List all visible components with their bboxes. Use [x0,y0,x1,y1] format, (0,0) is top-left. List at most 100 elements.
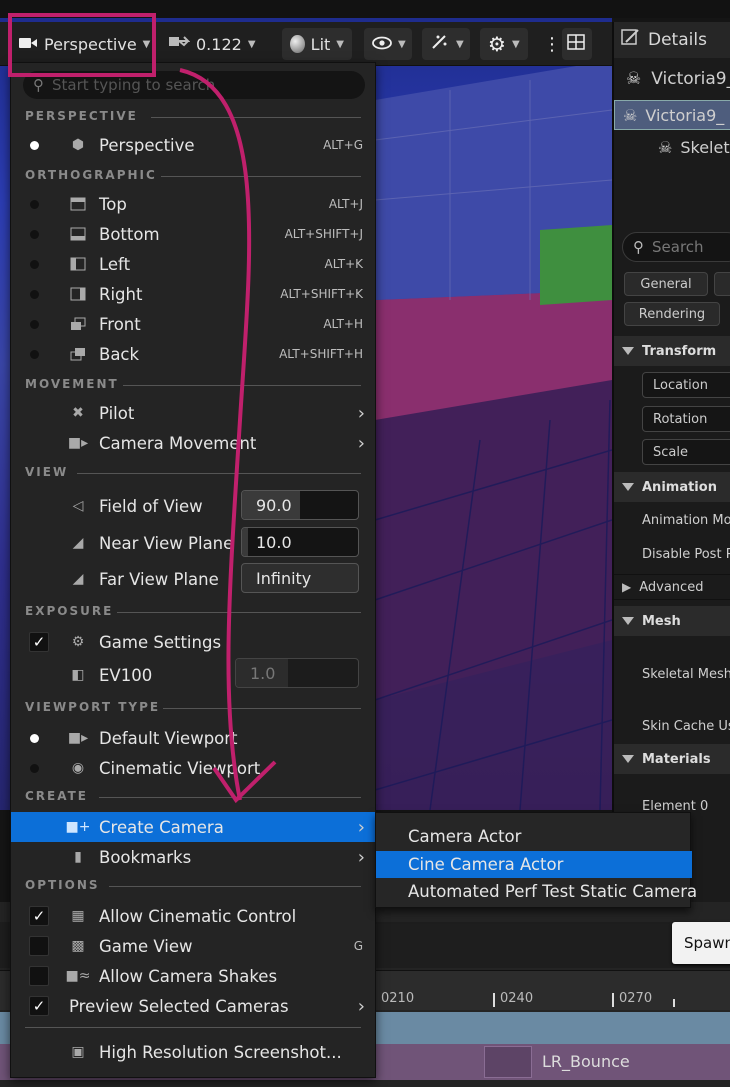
menu-item-preview-cameras[interactable]: ✓ Preview Selected Cameras › [11,991,375,1021]
menu-item-bottom[interactable]: Bottom ALT+SHIFT+J [11,219,375,249]
submenu-arrow-icon: › [357,995,365,1017]
pencil-icon [620,28,640,53]
shortcut-label: ALT+SHIFT+H [279,347,363,361]
section-mesh-label: Mesh [642,613,681,629]
menu-item-cinematic-viewport[interactable]: ◉ Cinematic Viewport [11,753,375,783]
radio-dot-icon [30,229,39,239]
camera-speed-icon [168,33,191,55]
tree-item-selected[interactable]: ☠ Victoria9_ [614,100,730,130]
shortcut-label: ALT+K [324,257,364,271]
camera-speed-button[interactable]: 0.122 ▼ [160,28,256,60]
filter-rendering[interactable]: Rendering [624,302,720,326]
details-search-input[interactable]: ⚲ Search [622,232,730,262]
section-orthographic: ORTHOGRAPHIC [25,168,361,182]
settings-button[interactable]: ⚙ ▼ [480,28,528,60]
menu-item-back[interactable]: Back ALT+SHIFT+H [11,339,375,369]
submenu-item-camera-actor[interactable]: Camera Actor [376,823,692,850]
animation-mode-label: Animation Mode [642,512,730,528]
section-mesh[interactable]: Mesh [614,606,730,636]
menu-item-right[interactable]: Right ALT+SHIFT+K [11,279,375,309]
layout-button[interactable] [562,28,592,60]
search-icon: ⚲ [33,76,44,94]
bookmark-icon: ▮ [74,849,82,865]
kebab-icon: ⋮ [543,33,561,55]
details-tab-label: Details [648,30,707,50]
spawn-button[interactable]: Spawn [672,922,730,964]
menu-item-allow-shakes[interactable]: ■≈ Allow Camera Shakes [11,961,375,991]
section-animation[interactable]: Animation [614,472,730,502]
section-transform[interactable]: Transform [614,336,730,366]
scale-dropdown[interactable]: Scale [642,439,730,465]
filter-chip-more[interactable] [714,272,730,296]
filter-general[interactable]: General [624,272,708,296]
submenu-item-cine-camera-actor[interactable]: Cine Camera Actor [376,851,692,878]
rotation-dropdown[interactable]: Rotation [642,406,730,432]
realtime-button[interactable]: ▼ [422,28,470,60]
submenu-arrow-icon: › [357,846,365,868]
menu-item-allow-cinematic[interactable]: ✓ ▦ Allow Cinematic Control [11,901,375,931]
menu-item-default-viewport[interactable]: ■▸ Default Viewport [11,723,375,753]
checkbox-checked-icon[interactable]: ✓ [29,906,49,926]
collapse-icon [622,483,634,491]
submenu-arrow-icon: › [357,402,365,424]
menu-item-game-view[interactable]: ▩ Game View G [11,931,375,961]
chevron-down-icon: ▼ [336,38,344,50]
menu-item-game-settings[interactable]: ✓ ⚙ Game Settings [11,627,375,657]
section-perspective: PERSPECTIVE [25,109,361,123]
top-view-icon [69,195,87,213]
radio-dot-icon [30,349,39,359]
section-viewport-type: VIEWPORT TYPE [25,700,361,714]
menu-item-pilot[interactable]: ✖ Pilot › [11,398,375,428]
menu-item-left[interactable]: Left ALT+K [11,249,375,279]
more-options-button[interactable]: ⋮ [536,28,561,60]
menu-item-high-res-screenshot[interactable]: ▣ High Resolution Screenshot... [11,1037,375,1067]
checkbox-checked-icon[interactable]: ✓ [29,632,49,652]
advanced-row[interactable]: ▶ Advanced [614,574,730,600]
menu-item-create-camera[interactable]: ■+ Create Camera › [11,812,375,842]
menu-item-top[interactable]: Top ALT+J [11,189,375,219]
magic-wand-icon [430,33,450,55]
menu-item-perspective[interactable]: ⬢ Perspective ALT+G [11,130,375,160]
checkbox-unchecked-icon[interactable] [29,966,49,986]
section-materials[interactable]: Materials [614,744,730,774]
skeleton-icon: ☠ [623,105,638,125]
collapse-icon [622,617,634,625]
far-plane-input[interactable]: Infinity [241,563,359,593]
blend-marker-icon [484,1046,532,1078]
disable-post-row: Disable Post Pro [614,542,730,566]
create-camera-submenu: Camera Actor Cine Camera Actor Automated… [375,812,697,908]
details-panel: Details ☠ Victoria9_ ☠ Victoria9_ ☠ Skel… [612,22,730,902]
actor-name-row[interactable]: ☠ Victoria9_ [614,62,730,96]
chevron-down-icon: ▼ [247,38,256,50]
actor-name: Victoria9_ [651,69,730,89]
show-flags-button[interactable]: ▼ [364,28,412,60]
shortcut-label: ALT+G [323,138,363,152]
tree-item-label: Victoria9_ [645,105,725,125]
menu-item-camera-movement[interactable]: ■▸ Camera Movement › [11,428,375,458]
radio-dot-icon [30,199,39,209]
radio-dot-icon [30,140,39,150]
skin-cache-label: Skin Cache Usa [642,718,730,734]
radio-dot-icon [30,289,39,299]
disable-post-label: Disable Post Pro [642,546,730,562]
advanced-label: Advanced [639,579,704,595]
location-dropdown[interactable]: Location [642,372,730,398]
tree-item-child[interactable]: ☠ Skelet [614,132,730,162]
back-view-icon [69,345,87,363]
skeletal-mesh-row: Skeletal Mesh A [614,662,730,686]
menu-item-front[interactable]: Front ALT+H [11,309,375,339]
grid-icon [567,34,585,54]
checkbox-checked-icon[interactable]: ✓ [29,996,49,1016]
details-tab[interactable]: Details [614,22,730,58]
submenu-item-perf-test-camera[interactable]: Automated Perf Test Static Camera [376,878,697,905]
section-movement: MOVEMENT [25,377,361,391]
near-plane-input[interactable]: 10.0 [241,527,359,557]
bottom-view-icon [69,225,87,243]
collapse-icon [622,755,634,763]
menu-item-bookmarks[interactable]: ▮ Bookmarks › [11,842,375,872]
view-lit-button[interactable]: Lit ▼ [282,28,352,60]
fov-input[interactable]: 90.0 [241,490,359,520]
checkbox-unchecked-icon[interactable] [29,936,49,956]
shortcut-label: ALT+SHIFT+K [280,287,363,301]
ev100-input[interactable]: 1.0 [235,658,359,688]
